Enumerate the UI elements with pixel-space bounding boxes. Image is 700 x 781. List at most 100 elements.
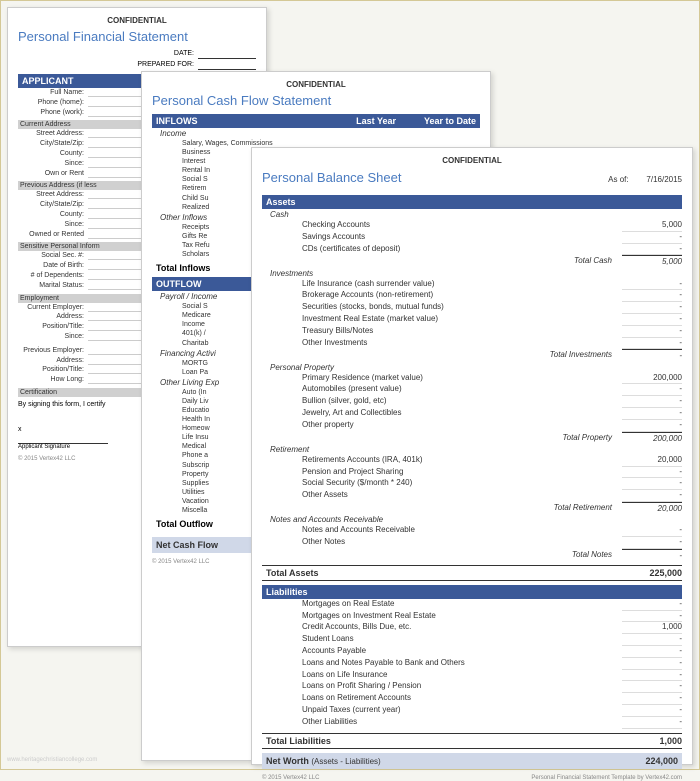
line-item: Unpaid Taxes (current year)- <box>262 705 682 717</box>
inv-cat: Investments <box>262 268 682 279</box>
prepared-label: PREPARED FOR: <box>118 61 198 70</box>
total-assets-label: Total Assets <box>262 568 622 578</box>
line-value[interactable]: - <box>622 467 682 479</box>
date-label: DATE: <box>138 50 198 59</box>
line-value[interactable]: - <box>622 599 682 611</box>
prepared-input[interactable] <box>198 61 256 70</box>
inv-subtotal: - <box>622 349 682 361</box>
notes-subtotal: - <box>622 549 682 561</box>
line-value[interactable]: - <box>622 634 682 646</box>
cash-subtotal: 5,000 <box>622 255 682 267</box>
doc2-title: Personal Cash Flow Statement <box>152 93 480 108</box>
line-value[interactable]: - <box>622 490 682 502</box>
line-item: Primary Residence (market value)200,000 <box>262 373 682 385</box>
income-cat: Income <box>152 128 480 139</box>
line-value[interactable]: 200,000 <box>622 373 682 385</box>
line-value[interactable]: - <box>622 681 682 693</box>
networth-value: 224,000 <box>618 756 678 766</box>
line-item: Other Liabilities- <box>262 717 682 729</box>
confidential-label: CONFIDENTIAL <box>262 156 682 165</box>
assets-header: Assets <box>262 195 682 209</box>
line-value[interactable]: 1,000 <box>622 622 682 634</box>
line-value[interactable]: - <box>622 658 682 670</box>
date-input[interactable] <box>198 50 256 59</box>
line-value[interactable]: 5,000 <box>622 220 682 232</box>
line-item: Pension and Project Sharing- <box>262 467 682 479</box>
line-value[interactable]: - <box>622 670 682 682</box>
footer-copyright: © 2015 Vertex42 LLC <box>18 456 75 462</box>
line-value[interactable]: - <box>622 717 682 729</box>
line-item: Retirements Accounts (IRA, 401k)20,000 <box>262 455 682 467</box>
line-value[interactable]: - <box>622 478 682 490</box>
line-value[interactable]: - <box>622 646 682 658</box>
ret-subtotal-label: Total Retirement <box>262 502 622 514</box>
liab-header: Liabilities <box>262 585 682 599</box>
line-item: Credit Accounts, Bills Due, etc.1,000 <box>262 622 682 634</box>
line-value[interactable]: - <box>622 314 682 326</box>
ret-cat: Retirement <box>262 444 682 455</box>
line-item: Other property- <box>262 420 682 432</box>
line-item: Mortgages on Investment Real Estate- <box>262 611 682 623</box>
line-item: Notes and Accounts Receivable- <box>262 525 682 537</box>
inv-subtotal-label: Total Investments <box>262 349 622 361</box>
line-value[interactable]: - <box>622 396 682 408</box>
line-item: Loans on Profit Sharing / Pension- <box>262 681 682 693</box>
line-item: Loans and Notes Payable to Bank and Othe… <box>262 658 682 670</box>
line-item: Investment Real Estate (market value)- <box>262 314 682 326</box>
line-item: Life Insurance (cash surrender value)- <box>262 279 682 291</box>
asof-value: 7/16/2015 <box>646 175 682 184</box>
doc1-title: Personal Financial Statement <box>18 29 256 44</box>
line-item: Brokerage Accounts (non-retirement)- <box>262 290 682 302</box>
confidential-label: CONFIDENTIAL <box>18 16 256 25</box>
line-value[interactable]: - <box>622 338 682 350</box>
confidential-label: CONFIDENTIAL <box>152 80 480 89</box>
line-value[interactable]: - <box>622 302 682 314</box>
footer-copyright: © 2015 Vertex42 LLC <box>152 559 209 565</box>
line-value[interactable]: - <box>622 611 682 623</box>
networth-sublabel: (Assets - Liabilities) <box>311 757 380 766</box>
total-liab: 1,000 <box>622 736 682 746</box>
line-value[interactable]: - <box>622 232 682 244</box>
footer-copyright: © 2015 Vertex42 LLC <box>262 775 319 781</box>
line-item: Securities (stocks, bonds, mutual funds)… <box>262 302 682 314</box>
line-item: Jewelry, Art and Collectibles- <box>262 408 682 420</box>
line-value[interactable]: - <box>622 290 682 302</box>
line-item: Checking Accounts5,000 <box>262 220 682 232</box>
watermark: www.heritagechristiancollege.com <box>7 757 97 763</box>
notes-cat: Notes and Accounts Receivable <box>262 514 682 525</box>
ret-subtotal: 20,000 <box>622 502 682 514</box>
asof-label: As of: <box>608 175 628 184</box>
line-value[interactable]: - <box>622 420 682 432</box>
line-item: Other Investments- <box>262 338 682 350</box>
line-item: CDs (certificates of deposit)- <box>262 244 682 256</box>
cash-subtotal-label: Total Cash <box>262 255 622 267</box>
line-value[interactable]: - <box>622 525 682 537</box>
line-item: Accounts Payable- <box>262 646 682 658</box>
prop-subtotal-label: Total Property <box>262 432 622 444</box>
inflows-header: INFLOWS Last Year Year to Date <box>152 114 480 128</box>
networth-label: Net Worth <box>266 756 309 766</box>
line-value[interactable]: - <box>622 537 682 549</box>
line-item: Loans on Life Insurance- <box>262 670 682 682</box>
line-item: Loans on Retirement Accounts- <box>262 693 682 705</box>
line-value[interactable]: 20,000 <box>622 455 682 467</box>
line-item: Automobiles (present value)- <box>262 384 682 396</box>
total-assets: 225,000 <box>622 568 682 578</box>
line-item: Bullion (silver, gold, etc)- <box>262 396 682 408</box>
signature-line[interactable]: Applicant Signature <box>18 443 108 450</box>
prop-cat: Personal Property <box>262 362 682 373</box>
footer-template: Personal Financial Statement Template by… <box>531 775 682 781</box>
line-item: Mortgages on Real Estate- <box>262 599 682 611</box>
line-value[interactable]: - <box>622 705 682 717</box>
balance-sheet-doc: CONFIDENTIAL Personal Balance Sheet As o… <box>251 147 693 765</box>
line-value[interactable]: - <box>622 384 682 396</box>
line-value[interactable]: - <box>622 279 682 291</box>
line-item: Savings Accounts- <box>262 232 682 244</box>
line-value[interactable]: - <box>622 326 682 338</box>
line-value[interactable]: - <box>622 693 682 705</box>
cash-cat: Cash <box>262 209 682 220</box>
line-value[interactable]: - <box>622 244 682 256</box>
line-item: Other Notes- <box>262 537 682 549</box>
line-value[interactable]: - <box>622 408 682 420</box>
line-item: Other Assets- <box>262 490 682 502</box>
